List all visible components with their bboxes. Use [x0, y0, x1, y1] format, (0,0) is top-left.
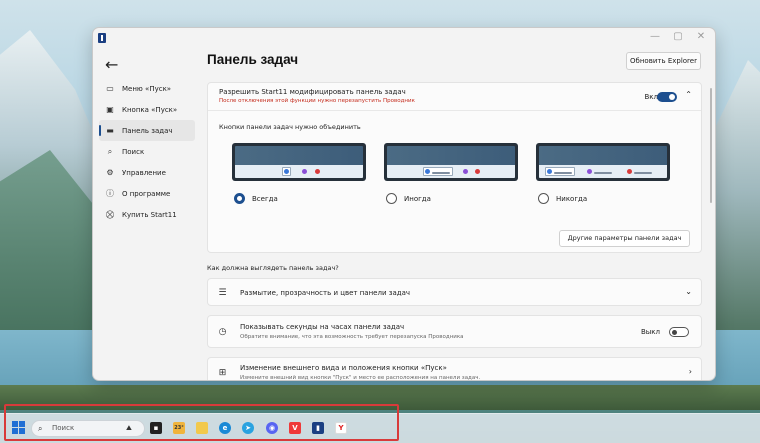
toggle-off-label: Выкл: [640, 328, 660, 336]
restart-warning: После отключения этой функции нужно пере…: [219, 98, 415, 104]
start-button-appearance-row[interactable]: ⊞ Изменение внешнего вида и положения кн…: [207, 357, 702, 381]
radio-never[interactable]: Никогда: [538, 193, 587, 204]
clock-seconds-toggle[interactable]: [669, 327, 689, 337]
toggle-on-label: Вкл: [644, 93, 658, 101]
radio-label: Никогда: [556, 194, 588, 203]
blur-transparency-row[interactable]: ☰ Размытие, прозрачность и цвет панели з…: [207, 278, 702, 306]
start-menu-icon: ▭: [106, 84, 114, 93]
page-title: Панель задач: [207, 52, 299, 67]
cart-icon: ⛒: [105, 209, 115, 219]
title-bar[interactable]: — ▢ ✕: [93, 28, 715, 48]
clock-seconds-row: ◷ Показывать секунды на часах панели зад…: [207, 315, 702, 348]
sidebar-item-label: Меню «Пуск»: [122, 84, 172, 93]
sliders-icon: ☰: [218, 287, 227, 298]
sidebar-item-label: Кнопка «Пуск»: [122, 105, 178, 114]
row-title: Размытие, прозрачность и цвет панели зад…: [240, 289, 411, 297]
sidebar-item-about[interactable]: ⓘ О программе: [99, 183, 195, 204]
radio-button[interactable]: [234, 193, 245, 204]
sidebar-item-label: Управление: [122, 168, 166, 177]
minimize-icon[interactable]: —: [645, 31, 665, 42]
start11-app-icon: [98, 33, 106, 43]
taskbar-settings-card: Разрешить Start11 модифицировать панель …: [207, 82, 702, 253]
row-title: Изменение внешнего вида и положения кноп…: [240, 364, 447, 372]
preview-always[interactable]: [232, 143, 366, 181]
allow-modify-title: Разрешить Start11 модифицировать панель …: [219, 88, 406, 96]
row-title: Показывать секунды на часах панели задач: [240, 323, 405, 331]
sidebar-item-start-button[interactable]: ▣ Кнопка «Пуск»: [99, 99, 195, 120]
radio-button[interactable]: [386, 193, 397, 204]
sidebar-item-label: О программе: [122, 189, 171, 198]
sidebar-nav: ▭ Меню «Пуск» ▣ Кнопка «Пуск» ▬ Панель з…: [99, 78, 195, 225]
chevron-up-icon[interactable]: ⌃: [685, 90, 692, 99]
sidebar-item-label: Купить Start11: [122, 210, 177, 219]
back-arrow-icon[interactable]: ←: [105, 55, 118, 74]
radio-sometimes[interactable]: Иногда: [386, 193, 431, 204]
sidebar-item-search[interactable]: ⌕ Поиск: [99, 141, 195, 162]
combine-label: Кнопки панели задач нужно объединить: [219, 123, 361, 131]
clock-icon: ◷: [218, 326, 227, 337]
taskbar-icon: ▬: [106, 126, 114, 135]
scrollbar[interactable]: [710, 88, 712, 203]
sidebar-item-label: Поиск: [122, 147, 145, 156]
radio-label: Всегда: [252, 194, 278, 203]
allow-modify-header[interactable]: Разрешить Start11 модифицировать панель …: [208, 83, 701, 111]
other-taskbar-settings-button[interactable]: Другие параметры панели задач: [559, 230, 690, 247]
maximize-icon[interactable]: ▢: [668, 31, 688, 42]
row-subtitle: Измените внешний вид кнопки "Пуск" и мес…: [240, 375, 481, 381]
radio-always[interactable]: Всегда: [234, 193, 278, 204]
sidebar-item-control[interactable]: ⚙ Управление: [99, 162, 195, 183]
close-icon[interactable]: ✕: [691, 31, 711, 42]
main-content: Разрешить Start11 модифицировать панель …: [207, 82, 702, 253]
sidebar-item-start-menu[interactable]: ▭ Меню «Пуск»: [99, 78, 195, 99]
start-button-icon: ⊞: [218, 367, 227, 378]
section-heading: Как должна выглядеть панель задач?: [207, 264, 339, 272]
chevron-down-icon[interactable]: ⌄: [685, 287, 692, 296]
start11-window: — ▢ ✕ ← ▭ Меню «Пуск» ▣ Кнопка «Пуск» ▬ …: [92, 27, 716, 381]
row-subtitle: Обратите внимание, что эта возможность т…: [240, 334, 464, 340]
sidebar-item-label: Панель задач: [122, 126, 173, 135]
sidebar-item-taskbar[interactable]: ▬ Панель задач: [99, 120, 195, 141]
refresh-explorer-button[interactable]: Обновить Explorer: [626, 52, 701, 70]
search-icon: ⌕: [107, 146, 113, 156]
info-icon: ⓘ: [106, 189, 114, 198]
sidebar-item-buy[interactable]: ⛒ Купить Start11: [99, 204, 195, 225]
allow-modify-toggle[interactable]: [657, 92, 677, 102]
preview-never[interactable]: [536, 143, 670, 181]
preview-sometimes[interactable]: [384, 143, 518, 181]
start-button-icon: ▣: [106, 105, 114, 114]
taskbar-highlight-frame: [4, 404, 399, 441]
gear-icon: ⚙: [106, 168, 114, 177]
radio-button[interactable]: [538, 193, 549, 204]
chevron-right-icon[interactable]: ›: [689, 367, 692, 376]
radio-label: Иногда: [404, 194, 431, 203]
